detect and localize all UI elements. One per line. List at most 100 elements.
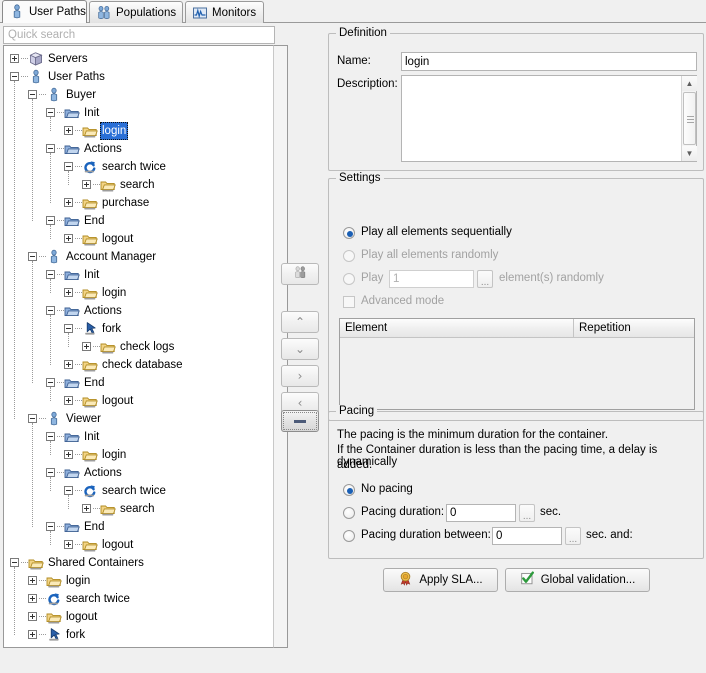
radio-pacing-between[interactable]: [343, 530, 355, 542]
expand-toggle-collapsed[interactable]: [64, 234, 73, 243]
expand-toggle-collapsed[interactable]: [82, 180, 91, 189]
expand-toggle-collapsed[interactable]: [64, 360, 73, 369]
expand-toggle-expanded[interactable]: [10, 72, 19, 81]
expand-toggle-expanded[interactable]: [46, 432, 55, 441]
tree-node[interactable]: Actions: [4, 140, 275, 158]
expand-toggle-collapsed[interactable]: [28, 576, 37, 585]
tree-node[interactable]: End: [4, 374, 275, 392]
expand-toggle-expanded[interactable]: [64, 324, 73, 333]
expand-toggle-expanded[interactable]: [64, 162, 73, 171]
expand-toggle-collapsed[interactable]: [64, 540, 73, 549]
pacing-between-field[interactable]: [492, 527, 562, 545]
tab-monitors[interactable]: Monitors: [185, 1, 264, 23]
elements-table[interactable]: Element Repetition: [339, 318, 695, 410]
tree-node[interactable]: Actions: [4, 464, 275, 482]
search-input[interactable]: [3, 26, 275, 44]
expand-toggle-collapsed[interactable]: [64, 450, 73, 459]
expand-toggle-expanded[interactable]: [46, 144, 55, 153]
tree-node[interactable]: login: [4, 446, 275, 464]
tree-node[interactable]: Init: [4, 104, 275, 122]
description-scrollbar[interactable]: ▲ ▼: [681, 76, 696, 161]
tree-node-label: User Paths: [46, 68, 107, 86]
expand-toggle-expanded[interactable]: [46, 522, 55, 531]
expand-toggle-collapsed[interactable]: [82, 342, 91, 351]
user-paths-tree[interactable]: ServersUser PathsBuyerInitloginActionsse…: [3, 45, 275, 648]
remove-button[interactable]: [281, 410, 319, 432]
expand-toggle-expanded[interactable]: [46, 468, 55, 477]
radio-pacing-duration[interactable]: [343, 507, 355, 519]
expand-toggle-expanded[interactable]: [28, 90, 37, 99]
populations-button[interactable]: [281, 263, 319, 285]
expand-toggle-collapsed[interactable]: [64, 396, 73, 405]
tree-node[interactable]: Init: [4, 428, 275, 446]
tree-node[interactable]: fork: [4, 320, 275, 338]
expand-toggle-expanded[interactable]: [46, 378, 55, 387]
global-validation-button[interactable]: Global validation...: [505, 568, 650, 592]
tree-node[interactable]: Viewer: [4, 410, 275, 428]
tree-node[interactable]: Actions: [4, 302, 275, 320]
tree-node[interactable]: Shared Containers: [4, 554, 275, 572]
tree-node[interactable]: logout: [4, 536, 275, 554]
tab-populations[interactable]: Populations: [89, 1, 183, 23]
advanced-mode-checkbox[interactable]: [343, 296, 355, 308]
tree-node[interactable]: Buyer: [4, 86, 275, 104]
tree-node[interactable]: login: [4, 572, 275, 590]
tree-node[interactable]: End: [4, 518, 275, 536]
expand-toggle-expanded[interactable]: [46, 270, 55, 279]
tree-node[interactable]: purchase: [4, 194, 275, 212]
tree-node[interactable]: search: [4, 176, 275, 194]
expand-toggle-expanded[interactable]: [46, 306, 55, 315]
name-field[interactable]: [401, 52, 697, 71]
scroll-down-arrow-icon[interactable]: ▼: [682, 146, 697, 161]
expand-toggle-collapsed[interactable]: [64, 198, 73, 207]
tree-node[interactable]: search twice: [4, 482, 275, 500]
expand-toggle-collapsed[interactable]: [64, 126, 73, 135]
expand-toggle-collapsed[interactable]: [64, 288, 73, 297]
tree-node[interactable]: login: [4, 122, 275, 140]
expand-toggle-collapsed[interactable]: [10, 54, 19, 63]
radio-play-n-randomly[interactable]: [343, 273, 355, 285]
tree-node[interactable]: logout: [4, 392, 275, 410]
expand-toggle-collapsed[interactable]: [28, 612, 37, 621]
tree-node[interactable]: logout: [4, 608, 275, 626]
expand-toggle-expanded[interactable]: [10, 558, 19, 567]
tree-node[interactable]: search: [4, 500, 275, 518]
tree-node[interactable]: User Paths: [4, 68, 275, 86]
tree-node[interactable]: Servers: [4, 50, 275, 68]
tree-node[interactable]: login: [4, 284, 275, 302]
move-up-button[interactable]: ⌃: [281, 311, 319, 333]
play-count-field[interactable]: [389, 270, 474, 288]
move-down-button[interactable]: ⌄: [281, 338, 319, 360]
expand-toggle-collapsed[interactable]: [28, 594, 37, 603]
radio-no-pacing[interactable]: [343, 484, 355, 496]
expand-toggle-collapsed[interactable]: [82, 504, 91, 513]
scroll-thumb[interactable]: [683, 92, 696, 145]
scroll-up-arrow-icon[interactable]: ▲: [682, 76, 697, 91]
radio-play-randomly[interactable]: [343, 250, 355, 262]
expand-toggle-expanded[interactable]: [64, 486, 73, 495]
tree-node[interactable]: search twice: [4, 158, 275, 176]
pacing-duration-ellipsis-button[interactable]: ...: [519, 504, 535, 522]
expand-toggle-expanded[interactable]: [28, 414, 37, 423]
pacing-between-ellipsis-button[interactable]: ...: [565, 527, 581, 545]
radio-pacing-duration-label: Pacing duration:: [361, 506, 444, 518]
tree-node[interactable]: check logs: [4, 338, 275, 356]
pacing-duration-field[interactable]: [446, 504, 516, 522]
apply-sla-button[interactable]: Apply SLA...: [383, 568, 498, 592]
tree-node[interactable]: Init: [4, 266, 275, 284]
expand-toggle-expanded[interactable]: [28, 252, 37, 261]
tree-node[interactable]: check database: [4, 356, 275, 374]
radio-play-sequentially[interactable]: [343, 227, 355, 239]
expand-toggle-expanded[interactable]: [46, 108, 55, 117]
tree-node[interactable]: search twice: [4, 590, 275, 608]
expand-toggle-expanded[interactable]: [46, 216, 55, 225]
expand-toggle-collapsed[interactable]: [28, 630, 37, 639]
move-right-button[interactable]: ›: [281, 365, 319, 387]
tree-node[interactable]: Account Manager: [4, 248, 275, 266]
description-field[interactable]: ▲ ▼: [401, 75, 697, 162]
tab-user-paths[interactable]: User Paths: [2, 0, 87, 23]
play-count-ellipsis-button[interactable]: ...: [477, 270, 493, 288]
tree-node[interactable]: End: [4, 212, 275, 230]
tree-node[interactable]: fork: [4, 626, 275, 644]
tree-node[interactable]: logout: [4, 230, 275, 248]
